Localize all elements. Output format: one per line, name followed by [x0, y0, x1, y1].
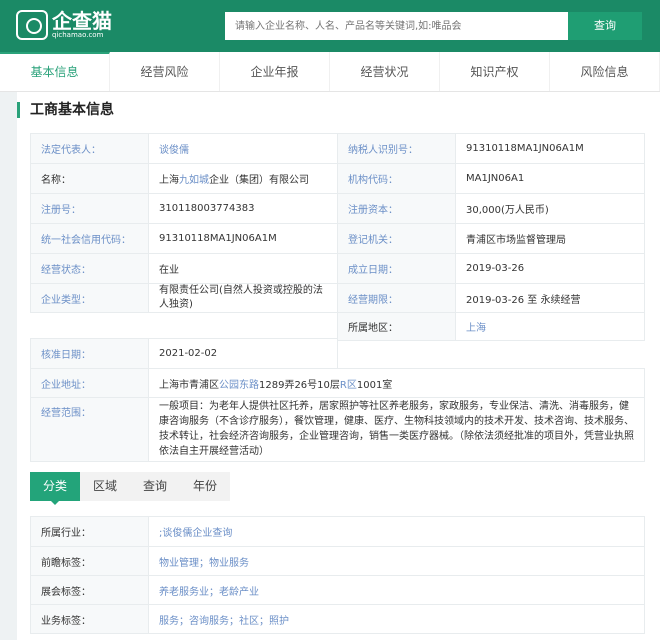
- tab-business-status[interactable]: 经营状况: [330, 52, 440, 91]
- tags-table: 所属行业： ;谈俊儒企业查询 前瞻标签： 物业管理；物业服务 展会标签： 养老服务业；…: [30, 516, 645, 634]
- label: 注册号：: [30, 193, 149, 224]
- label: 登记机关：: [337, 223, 456, 254]
- value: 2019-03-26 至 永续经营: [455, 283, 645, 313]
- tab-business-risk[interactable]: 经营风险: [110, 52, 220, 91]
- tab-year[interactable]: 年份: [180, 472, 230, 501]
- info-table-2: 核准日期： 2021-02-02 企业地址： 上海市青浦区公园东路1289弄26号1…: [30, 338, 645, 462]
- tab-basic-info[interactable]: 基本信息: [0, 52, 110, 91]
- region-link[interactable]: 上海: [455, 312, 645, 341]
- value: 青浦区市场监督管理局: [455, 223, 645, 254]
- label: 企业类型：: [30, 283, 149, 313]
- text: 上海市青浦区: [159, 379, 219, 391]
- value: 有限责任公司(自然人投资或控股的法人独资): [148, 283, 338, 313]
- empty-cell: [337, 338, 645, 369]
- empty-cell: [30, 312, 338, 341]
- label: 注册资本：: [337, 193, 456, 224]
- section-title: 工商基本信息: [17, 102, 114, 118]
- label: 名称：: [30, 163, 149, 194]
- legal-rep-link[interactable]: 谈俊儒: [148, 133, 338, 164]
- logo[interactable]: 企查猫 qichamao.com: [16, 10, 112, 40]
- label: 所属地区：: [337, 312, 456, 341]
- label: 经营范围：: [30, 397, 149, 462]
- search-button[interactable]: 查询: [568, 12, 642, 40]
- tab-category[interactable]: 分类: [30, 472, 81, 505]
- value: 310118003774383: [148, 193, 338, 224]
- label: 经营期限：: [337, 283, 456, 313]
- main-nav: 基本信息 经营风险 企业年报 经营状况 知识产权 风险信息: [0, 52, 660, 92]
- tab-risk-info[interactable]: 风险信息: [550, 52, 660, 91]
- tab-query[interactable]: 查询: [130, 472, 180, 501]
- info-table: 法定代表人： 谈俊儒 纳税人识别号： 91310118MA1JN06A1M 名称： 上海…: [30, 133, 645, 341]
- tag-links[interactable]: 服务；咨询服务；社区；照护: [148, 604, 645, 634]
- business-scope: 一般项目：为老年人提供社区托养，居家照护等社区养老服务，家政服务，专业保洁、清洗…: [148, 397, 645, 462]
- label: 统一社会信用代码：: [30, 223, 149, 254]
- label: 成立日期：: [337, 253, 456, 284]
- value: 91310118MA1JN06A1M: [148, 223, 338, 254]
- label: 经营状态：: [30, 253, 149, 284]
- label: 法定代表人：: [30, 133, 149, 164]
- value: 2019-03-26: [455, 253, 645, 284]
- text: 1001室: [356, 379, 393, 391]
- tag-links[interactable]: 物业管理；物业服务: [148, 546, 645, 576]
- tag-links[interactable]: 养老服务业；老龄产业: [148, 575, 645, 605]
- text: 1289弄26号10层: [259, 379, 340, 391]
- label: 企业地址：: [30, 368, 149, 398]
- info-card: 工商基本信息 法定代表人： 谈俊儒 纳税人识别号： 91310118MA1JN06A1…: [17, 92, 660, 640]
- name-link[interactable]: 九如城: [179, 175, 209, 186]
- tab-ip[interactable]: 知识产权: [440, 52, 550, 91]
- text: 上海: [159, 175, 179, 186]
- value: MA1JN06A1: [455, 163, 645, 194]
- label: 前瞻标签：: [30, 546, 149, 576]
- cat-logo-icon: [16, 10, 48, 40]
- label: 展会标签：: [30, 575, 149, 605]
- value: 在业: [148, 253, 338, 284]
- label: 核准日期：: [30, 338, 149, 369]
- tab-region[interactable]: 区域: [80, 472, 130, 501]
- company-name: 上海九如城企业（集团）有限公司: [148, 163, 338, 194]
- tab-annual-report[interactable]: 企业年报: [220, 52, 330, 91]
- label: 机构代码：: [337, 163, 456, 194]
- address-link[interactable]: R区: [340, 380, 357, 391]
- value: 2021-02-02: [148, 338, 338, 369]
- logo-name: 企查猫: [52, 9, 112, 33]
- value: 91310118MA1JN06A1M: [455, 133, 645, 164]
- logo-url: qichamao.com: [52, 31, 104, 39]
- value: 30,000(万人民币): [455, 193, 645, 224]
- label: 所属行业：: [30, 516, 149, 547]
- tag-links[interactable]: ;谈俊儒企业查询: [148, 516, 645, 547]
- address: 上海市青浦区公园东路1289弄26号10层R区1001室: [148, 368, 645, 398]
- text: 企业（集团）有限公司: [209, 175, 309, 186]
- label: 纳税人识别号：: [337, 133, 456, 164]
- label: 业务标签：: [30, 604, 149, 634]
- category-tabs: 分类 区域 查询 年份: [30, 472, 231, 505]
- address-link[interactable]: 公园东路: [219, 380, 259, 391]
- header: 企查猫qichamao.com 查询: [0, 0, 660, 52]
- search-input[interactable]: [225, 12, 568, 40]
